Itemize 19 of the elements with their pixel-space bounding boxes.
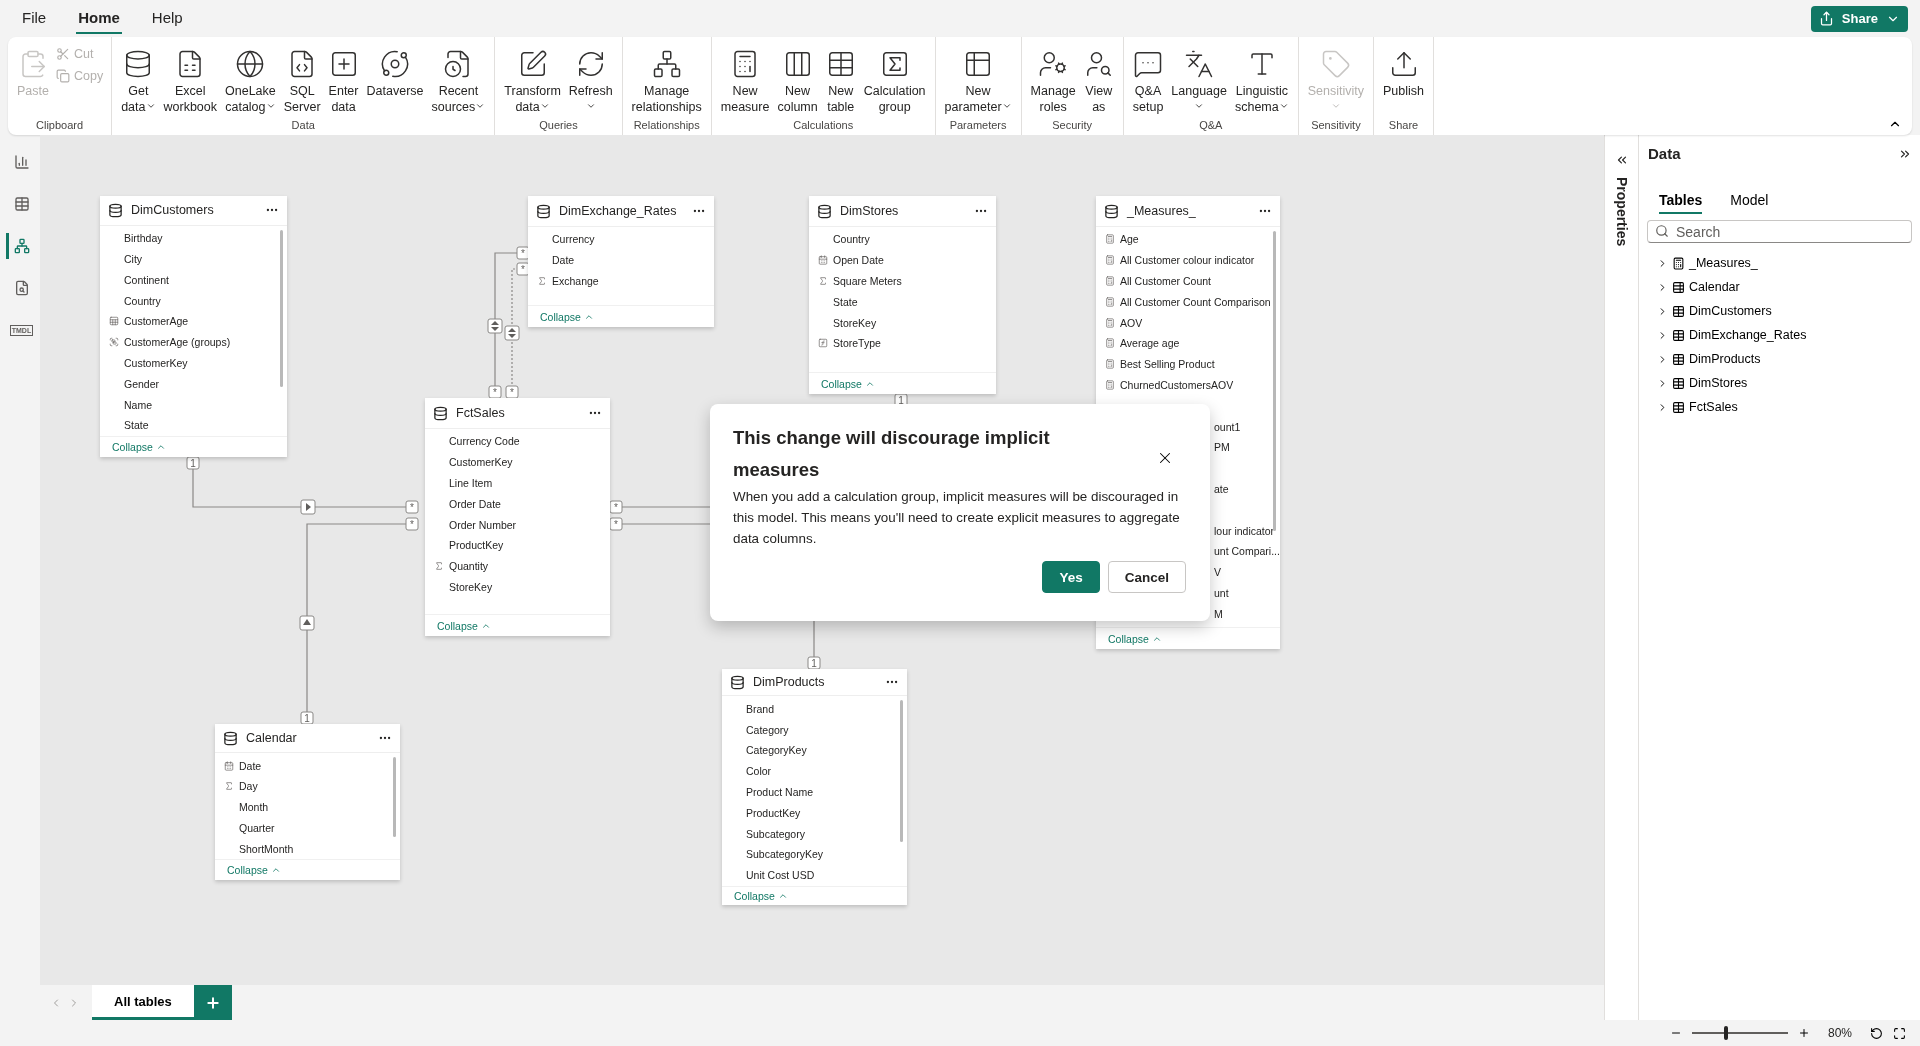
- table-name: FctSales: [456, 406, 506, 420]
- group-label: Share: [1388, 118, 1419, 131]
- group-label: Data: [291, 118, 315, 131]
- group-label: Clipboard: [36, 118, 84, 131]
- panel-title: Data: [1648, 145, 1681, 162]
- zoom-reading: 80%: [1826, 1026, 1853, 1040]
- group-label: Q&A: [1199, 118, 1223, 131]
- group-label: Sensitivity: [1311, 118, 1361, 131]
- table-name: DimExchange_Rates: [559, 204, 678, 218]
- table-name: DimProducts: [753, 675, 826, 690]
- table-name: DimCustomers: [131, 203, 215, 218]
- table-name: _Measures_: [1127, 204, 1197, 218]
- group-label: Queries: [539, 118, 578, 131]
- group-label: Parameters: [949, 118, 1007, 131]
- group-label: Calculations: [793, 118, 854, 131]
- table-name: DimStores: [840, 204, 900, 218]
- table-name: Calendar: [246, 731, 298, 746]
- group-label: Relationships: [633, 118, 700, 131]
- group-label: Security: [1052, 118, 1093, 131]
